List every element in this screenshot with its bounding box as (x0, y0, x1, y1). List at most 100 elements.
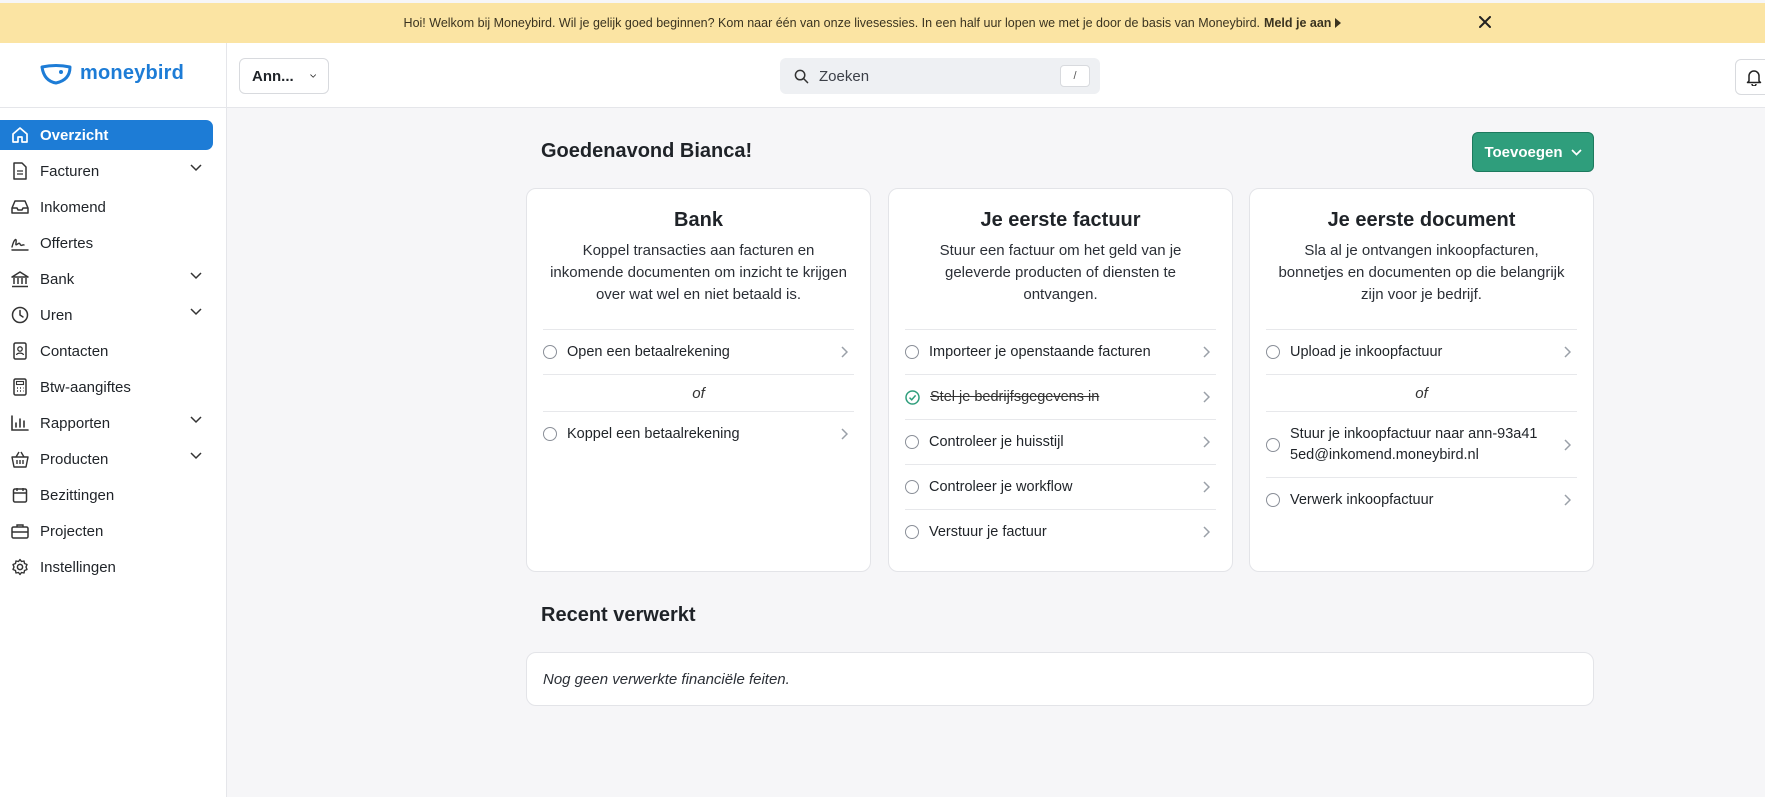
caret-right-icon (1335, 18, 1342, 28)
check-circle-icon (905, 389, 920, 405)
task-verstuur-factuur[interactable]: Verstuur je factuur (905, 509, 1216, 554)
task-huisstijl[interactable]: Controleer je huisstijl (905, 419, 1216, 464)
moneybird-logo[interactable]: moneybird (40, 62, 184, 85)
search-bar[interactable]: / (780, 58, 1100, 94)
task-list: Open een betaalrekening of Koppel een be… (543, 329, 854, 456)
sidebar-item-contacten[interactable]: Contacten (0, 336, 213, 366)
chevron-down-icon (309, 74, 316, 78)
top-bar: moneybird Ann... / (0, 43, 1765, 108)
circle-icon (905, 345, 919, 359)
administration-selector[interactable]: Ann... (239, 58, 329, 94)
chevron-right-icon (1564, 494, 1571, 506)
sidebar-item-label: Uren (40, 306, 73, 324)
chevron-right-icon (1203, 346, 1210, 358)
sidebar-item-label: Overzicht (40, 126, 109, 144)
bar-chart-icon (10, 414, 29, 433)
contact-card-icon (10, 342, 29, 361)
task-importeer-facturen[interactable]: Importeer je openstaande facturen (905, 329, 1216, 374)
sidebar-item-instellingen[interactable]: Instellingen (0, 552, 213, 582)
sidebar-item-offertes[interactable]: Offertes (0, 228, 213, 258)
sidebar-item-bank[interactable]: Bank (0, 264, 213, 294)
task-label: Koppel een betaalrekening (567, 426, 740, 442)
sidebar-item-label: Btw-aangiftes (40, 378, 131, 396)
circle-icon (1266, 345, 1280, 359)
sidebar-item-uren[interactable]: Uren (0, 300, 213, 330)
inbox-icon (10, 198, 29, 217)
search-input[interactable] (819, 67, 1050, 85)
box-icon (10, 486, 29, 505)
recent-empty-text: Nog geen verwerkte financiële feiten. (543, 670, 790, 688)
card-description: Koppel transacties aan facturen en inkom… (550, 242, 847, 303)
sidebar-item-facturen[interactable]: Facturen (0, 156, 213, 186)
sidebar-nav: Overzicht Facturen Inkomend Offertes Ban… (0, 108, 227, 797)
task-email-inkoopfactuur[interactable]: Stuur je inkoopfactuur naar ann-93a41 5e… (1266, 411, 1577, 477)
header-divider (226, 43, 227, 108)
card-title: Je eerste factuur (980, 209, 1141, 231)
chevron-down-icon[interactable] (190, 272, 202, 280)
notifications-button[interactable] (1735, 59, 1765, 95)
logo-text: moneybird (80, 62, 185, 84)
task-label: Stuur je inkoopfactuur naar ann-93a41 5e… (1290, 425, 1538, 463)
circle-icon (1266, 437, 1280, 452)
sidebar-item-label: Projecten (40, 522, 104, 540)
task-label: Upload je inkoopfactuur (1290, 344, 1443, 360)
sidebar-item-label: Bezittingen (40, 486, 115, 504)
first-invoice-card: Je eerste factuur Stuur een factuur om h… (888, 188, 1233, 572)
task-upload-inkoopfactuur[interactable]: Upload je inkoopfactuur (1266, 329, 1577, 374)
banner-signup-label: Meld je aan (1264, 16, 1332, 30)
page-title: Goedenavond Bianca! (541, 140, 753, 162)
task-koppel-betaalrekening[interactable]: Koppel een betaalrekening (543, 411, 854, 456)
banner-signup-link[interactable]: Meld je aan (1264, 16, 1342, 30)
chevron-right-icon (1564, 438, 1571, 451)
circle-icon (1266, 493, 1280, 507)
sidebar-item-btw-aangiftes[interactable]: Btw-aangiftes (0, 372, 213, 402)
sidebar-item-bezittingen[interactable]: Bezittingen (0, 480, 213, 510)
chevron-down-icon[interactable] (190, 416, 202, 424)
sidebar-item-label: Contacten (40, 342, 109, 360)
sidebar-item-label: Rapporten (40, 414, 111, 432)
sidebar-item-projecten[interactable]: Projecten (0, 516, 213, 546)
task-bedrijfsgegevens[interactable]: Stel je bedrijfsgegevens in (905, 374, 1216, 419)
circle-icon (543, 427, 557, 441)
chevron-down-icon[interactable] (190, 164, 202, 172)
bank-icon (10, 270, 29, 289)
administration-name: Ann... (252, 67, 294, 85)
bird-logo-icon (40, 63, 72, 84)
task-label: Verstuur je factuur (929, 524, 1047, 540)
task-label: Controleer je huisstijl (929, 434, 1064, 450)
briefcase-icon (10, 522, 29, 541)
banner-close-button[interactable] (1474, 11, 1496, 33)
task-list: Upload je inkoopfactuur of Stuur je inko… (1266, 329, 1577, 522)
calculator-icon (10, 378, 29, 397)
circle-icon (905, 480, 919, 494)
close-icon (1479, 16, 1491, 28)
sidebar-item-inkomend[interactable]: Inkomend (0, 192, 213, 222)
bell-icon (1746, 69, 1762, 86)
sidebar-item-rapporten[interactable]: Rapporten (0, 408, 213, 438)
sidebar-item-producten[interactable]: Producten (0, 444, 213, 474)
chevron-right-icon (1564, 346, 1571, 358)
card-description: Stuur een factuur om het geld van je gel… (939, 242, 1182, 303)
task-open-betaalrekening[interactable]: Open een betaalrekening (543, 329, 854, 374)
signature-icon (10, 234, 29, 253)
chevron-right-icon (841, 346, 848, 358)
or-separator: of (543, 374, 854, 411)
clock-icon (10, 306, 29, 325)
chevron-down-icon[interactable] (190, 452, 202, 460)
chevron-right-icon (1203, 436, 1210, 448)
circle-icon (905, 525, 919, 539)
chevron-right-icon (841, 428, 848, 440)
task-workflow[interactable]: Controleer je workflow (905, 464, 1216, 509)
task-verwerk-inkoopfactuur[interactable]: Verwerk inkoopfactuur (1266, 477, 1577, 522)
sidebar-item-overzicht[interactable]: Overzicht (0, 120, 213, 150)
home-icon (10, 126, 29, 145)
sidebar-item-label: Offertes (40, 234, 94, 252)
gear-icon (10, 558, 29, 577)
add-button[interactable]: Toevoegen (1472, 132, 1594, 172)
or-separator: of (1266, 374, 1577, 411)
first-document-card: Je eerste document Sla al je ontvangen i… (1249, 188, 1594, 572)
chevron-down-icon[interactable] (190, 308, 202, 316)
task-label: Controleer je workflow (929, 479, 1073, 495)
recent-empty-state: Nog geen verwerkte financiële feiten. (526, 652, 1594, 706)
chevron-right-icon (1203, 391, 1210, 403)
